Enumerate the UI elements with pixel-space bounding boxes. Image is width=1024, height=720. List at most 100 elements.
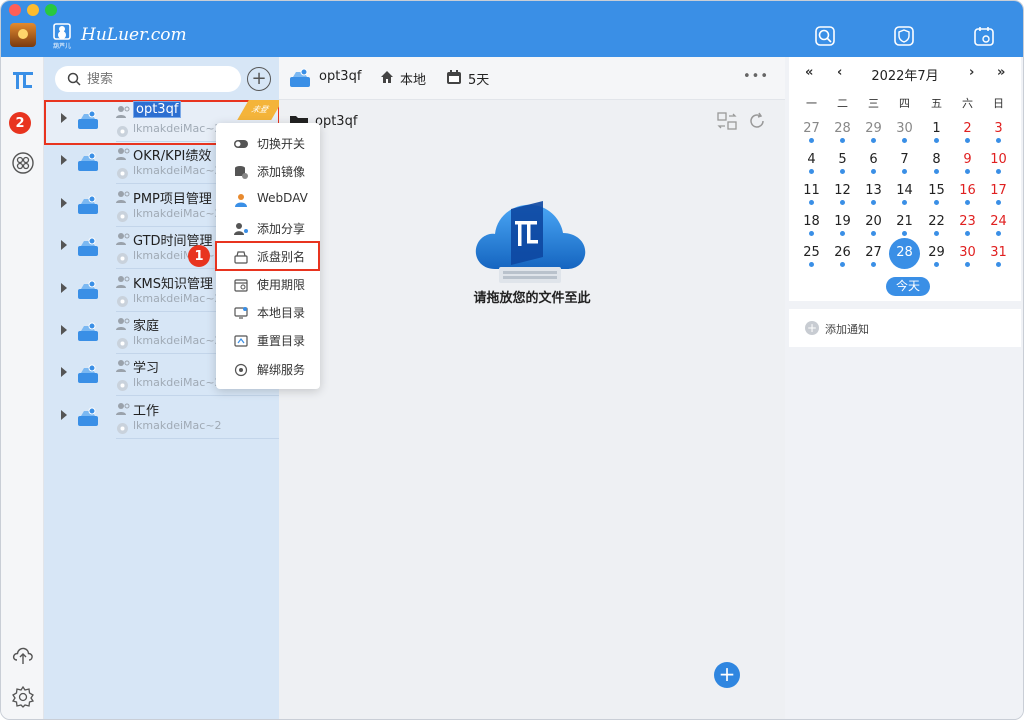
calendar-day[interactable]: 30 bbox=[952, 238, 983, 269]
local-button[interactable]: 本地 bbox=[400, 69, 426, 88]
calendar-day[interactable]: 21 bbox=[889, 207, 920, 238]
calendar-day[interactable]: 15 bbox=[921, 176, 952, 207]
app-logo-icon[interactable] bbox=[12, 69, 34, 91]
expand-arrow-icon[interactable] bbox=[61, 155, 67, 166]
calendar-day[interactable]: 12 bbox=[827, 176, 858, 207]
expand-arrow-icon[interactable] bbox=[61, 367, 67, 378]
calendar-icon[interactable] bbox=[971, 23, 997, 49]
calendar-day[interactable]: 26 bbox=[827, 238, 858, 269]
calendar-day[interactable]: 27 bbox=[858, 238, 889, 269]
menu-item[interactable]: 添加镜像 bbox=[216, 157, 320, 185]
share-user-icon bbox=[116, 189, 130, 203]
calendar-day[interactable]: 29 bbox=[858, 114, 889, 145]
menu-item[interactable]: 解绑服务 bbox=[216, 355, 320, 383]
settings-gear-icon[interactable] bbox=[11, 685, 35, 709]
calendar-day[interactable]: 7 bbox=[889, 145, 920, 176]
window-close-button[interactable] bbox=[9, 4, 21, 16]
menu-item[interactable]: 切换开关 bbox=[216, 129, 320, 157]
day-number: 25 bbox=[803, 245, 820, 260]
event-dot bbox=[965, 169, 970, 174]
expand-arrow-icon[interactable] bbox=[61, 240, 67, 251]
calendar-day[interactable]: 14 bbox=[889, 176, 920, 207]
calendar-day[interactable]: 30 bbox=[889, 114, 920, 145]
next-month-button[interactable]: › bbox=[969, 65, 974, 80]
calendar-day[interactable]: 22 bbox=[921, 207, 952, 238]
day-number: 1 bbox=[932, 121, 941, 136]
expand-arrow-icon[interactable] bbox=[61, 282, 67, 293]
menu-item-label: 使用期限 bbox=[257, 278, 306, 292]
calendar-day[interactable]: 11 bbox=[796, 176, 827, 207]
cloud-upload-icon[interactable] bbox=[11, 643, 35, 667]
calendar-day[interactable]: 8 bbox=[921, 145, 952, 176]
calendar-day[interactable]: 27 bbox=[796, 114, 827, 145]
calendar-day[interactable]: 31 bbox=[983, 238, 1014, 269]
calendar-day[interactable]: 23 bbox=[952, 207, 983, 238]
window-minimize-button[interactable] bbox=[27, 4, 39, 16]
calendar-day[interactable]: 19 bbox=[827, 207, 858, 238]
calendar-day[interactable]: 5 bbox=[827, 145, 858, 176]
calendar-day[interactable]: 16 bbox=[952, 176, 983, 207]
calendar-day[interactable]: 28 bbox=[827, 114, 858, 145]
calendar-day[interactable]: 3 bbox=[983, 114, 1014, 145]
event-dot bbox=[871, 169, 876, 174]
next-year-button[interactable]: » bbox=[997, 65, 1005, 80]
home-icon bbox=[381, 71, 393, 83]
day-number: 30 bbox=[896, 121, 913, 136]
calendar-day[interactable]: 13 bbox=[858, 176, 889, 207]
event-dot bbox=[840, 169, 845, 174]
menu-item-label: 切换开关 bbox=[257, 137, 306, 151]
step-badge-2: 2 bbox=[9, 112, 31, 134]
switch-view-icon[interactable] bbox=[716, 111, 738, 131]
menu-item[interactable]: 重置目录 bbox=[216, 326, 320, 354]
event-dot bbox=[871, 138, 876, 143]
menu-item[interactable]: WebDAV bbox=[216, 185, 320, 213]
calendar-day[interactable]: 25 bbox=[796, 238, 827, 269]
user-avatar[interactable] bbox=[10, 23, 36, 47]
menu-item[interactable]: 添加分享 bbox=[216, 214, 320, 242]
calendar-day[interactable]: 20 bbox=[858, 207, 889, 238]
calendar-day[interactable]: 28 bbox=[889, 238, 920, 269]
retention-days-label[interactable]: 5天 bbox=[468, 69, 489, 88]
day-number: 29 bbox=[865, 121, 882, 136]
apps-grid-icon[interactable] bbox=[11, 151, 35, 175]
calendar-day[interactable]: 4 bbox=[796, 145, 827, 176]
reset-folder-icon bbox=[234, 333, 248, 347]
calendar-day[interactable]: 9 bbox=[952, 145, 983, 176]
current-drive-label[interactable]: opt3qf bbox=[319, 69, 361, 84]
left-rail: 2 bbox=[1, 57, 44, 719]
host-icon bbox=[116, 208, 129, 222]
expand-arrow-icon[interactable] bbox=[61, 113, 67, 123]
rename-input[interactable]: opt3qf bbox=[133, 101, 182, 118]
expand-arrow-icon[interactable] bbox=[61, 197, 67, 208]
shield-icon[interactable] bbox=[891, 23, 917, 49]
upload-cloud-icon[interactable] bbox=[471, 191, 589, 287]
more-menu-button[interactable]: ••• bbox=[743, 69, 769, 84]
menu-item[interactable]: 使用期限 bbox=[216, 270, 320, 298]
calendar-day[interactable]: 1 bbox=[921, 114, 952, 145]
host-icon bbox=[116, 377, 129, 392]
today-button[interactable]: 今天 bbox=[886, 277, 930, 296]
calendar-day[interactable]: 17 bbox=[983, 176, 1014, 207]
menu-item-label: 重置目录 bbox=[257, 334, 306, 349]
day-number: 3 bbox=[994, 121, 1003, 136]
tree-row[interactable]: 工作 lkmakdeiMac~2 bbox=[44, 397, 279, 439]
breadcrumb[interactable]: opt3qf bbox=[315, 114, 357, 129]
calendar-day[interactable]: 6 bbox=[858, 145, 889, 176]
expand-arrow-icon[interactable] bbox=[61, 409, 67, 420]
calendar-day[interactable]: 2 bbox=[952, 114, 983, 145]
toggle-icon bbox=[234, 136, 248, 150]
menu-item[interactable]: 本地目录 bbox=[216, 298, 320, 326]
day-number: 7 bbox=[900, 152, 909, 167]
calendar-day[interactable]: 29 bbox=[921, 238, 952, 269]
refresh-icon[interactable] bbox=[747, 111, 767, 131]
calendar-day[interactable]: 18 bbox=[796, 207, 827, 238]
search-icon[interactable] bbox=[812, 23, 838, 49]
calendar-day[interactable]: 24 bbox=[983, 207, 1014, 238]
add-notice-row[interactable]: + 添加通知 bbox=[789, 309, 1021, 347]
add-file-button[interactable]: + bbox=[714, 662, 740, 688]
drive-name: PMP项目管理 bbox=[133, 191, 212, 207]
event-dot bbox=[934, 138, 939, 143]
day-number: 31 bbox=[990, 245, 1007, 260]
expand-arrow-icon[interactable] bbox=[61, 325, 67, 335]
calendar-day[interactable]: 10 bbox=[983, 145, 1014, 176]
